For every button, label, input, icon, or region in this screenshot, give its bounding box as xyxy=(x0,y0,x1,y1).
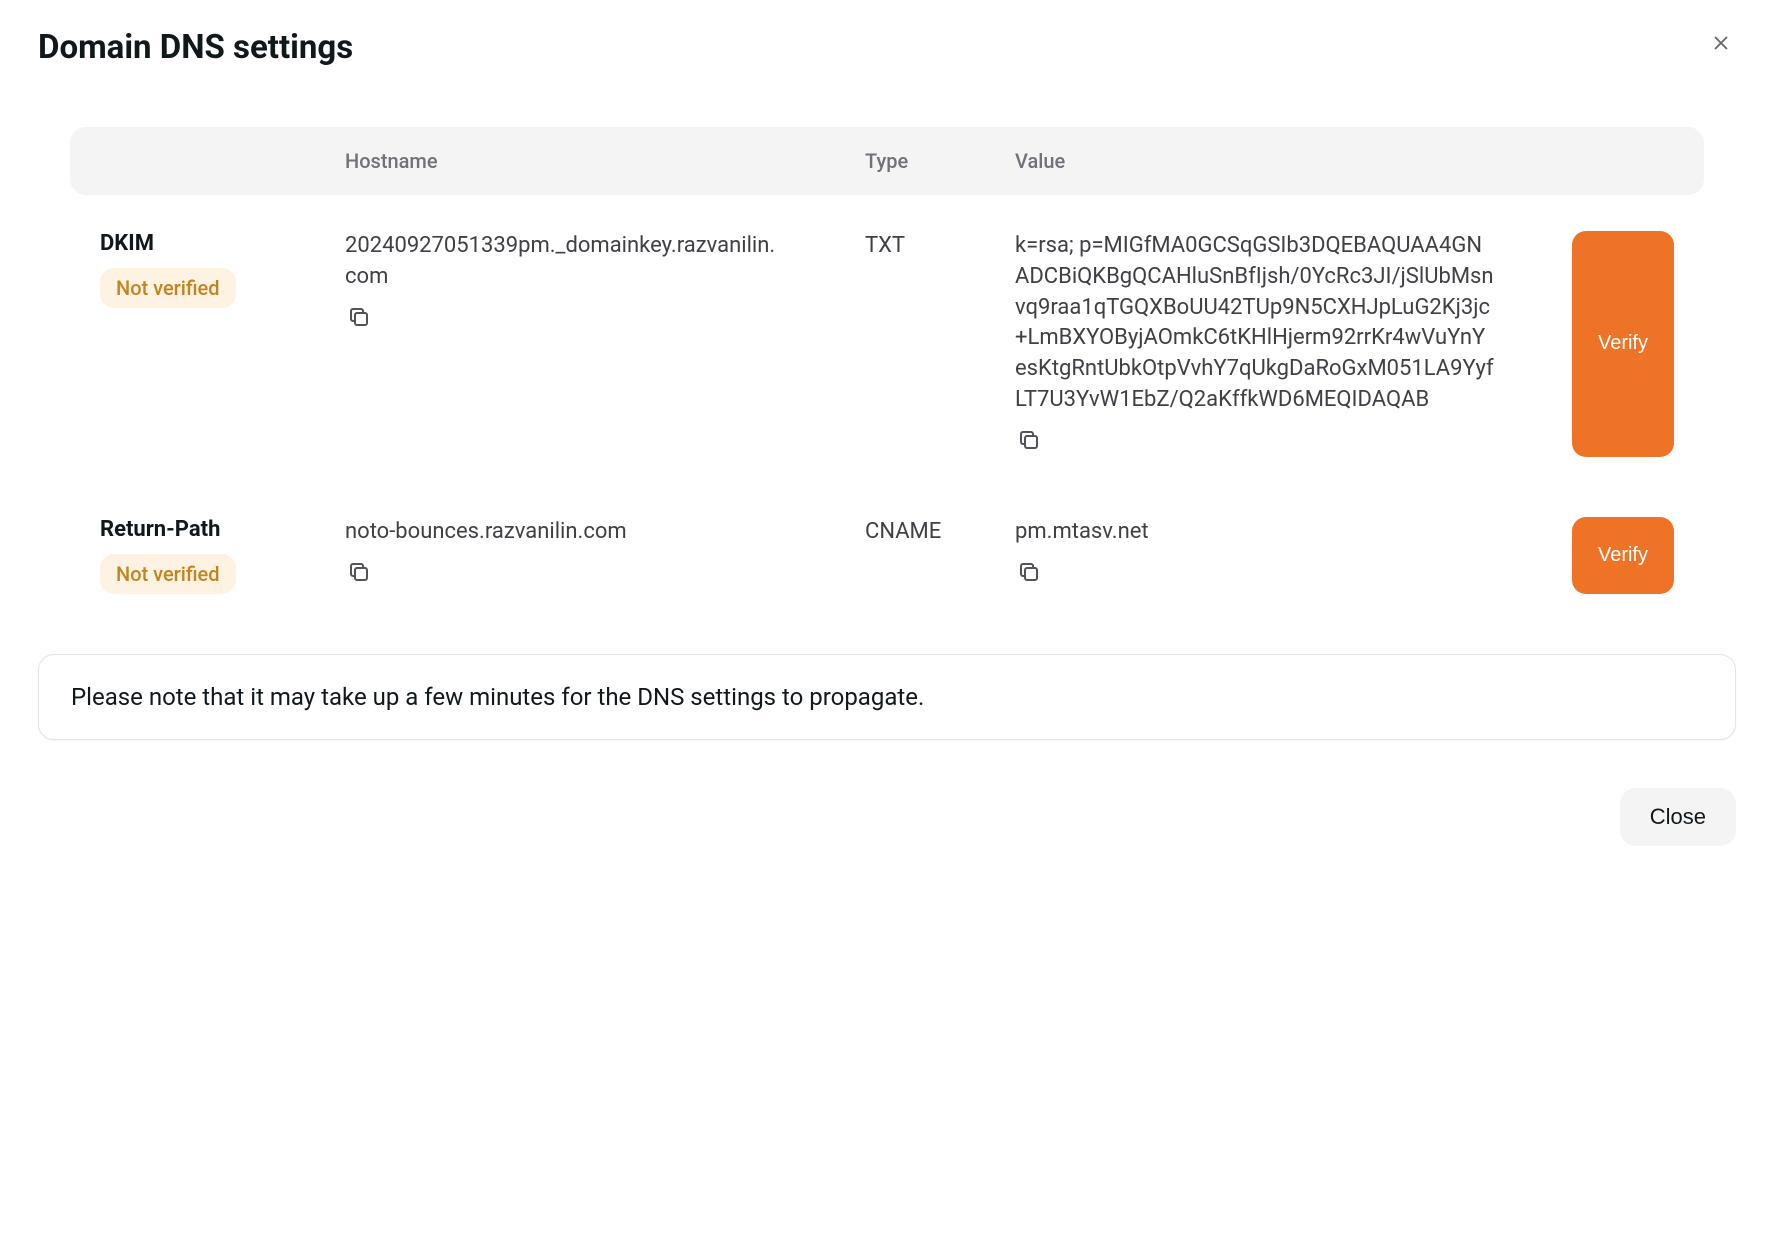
copy-icon xyxy=(347,560,371,584)
propagation-note: Please note that it may take up a few mi… xyxy=(38,654,1736,740)
dns-record-row: DKIM Not verified 20240927051339pm._doma… xyxy=(70,231,1704,457)
status-badge: Not verified xyxy=(100,554,236,594)
status-badge: Not verified xyxy=(100,268,236,308)
hostname-value: 20240927051339pm._domainkey.razvanilin.c… xyxy=(345,231,865,293)
type-value: TXT xyxy=(865,231,1015,262)
copy-icon xyxy=(347,305,371,329)
table-header-row: Hostname Type Value xyxy=(70,127,1704,195)
copy-value-button[interactable] xyxy=(1015,426,1043,457)
record-value: k=rsa; p=MIGfMA0GCSqGSIb3DQEBAQUAA4GNADC… xyxy=(1015,231,1534,416)
copy-icon xyxy=(1017,428,1041,452)
copy-icon xyxy=(1017,560,1041,584)
copy-hostname-button[interactable] xyxy=(345,558,373,589)
verify-button[interactable]: Verify xyxy=(1572,517,1674,594)
dns-record-row: Return-Path Not verified noto-bounces.ra… xyxy=(70,517,1704,594)
column-header-hostname: Hostname xyxy=(345,149,865,173)
hostname-value: noto-bounces.razvanilin.com xyxy=(345,517,865,548)
note-text: Please note that it may take up a few mi… xyxy=(71,683,1703,711)
column-header-value: Value xyxy=(1015,149,1534,173)
close-icon xyxy=(1710,32,1732,54)
record-value: pm.mtasv.net xyxy=(1015,517,1534,548)
close-button[interactable]: Close xyxy=(1620,788,1736,846)
close-icon-button[interactable] xyxy=(1706,28,1736,61)
copy-hostname-button[interactable] xyxy=(345,303,373,334)
type-value: CNAME xyxy=(865,517,1015,548)
dns-records-table: Hostname Type Value DKIM Not verified 20… xyxy=(70,127,1704,594)
column-header-type: Type xyxy=(865,149,1015,173)
record-label-return-path: Return-Path xyxy=(100,517,345,542)
record-label-dkim: DKIM xyxy=(100,231,345,256)
modal-title: Domain DNS settings xyxy=(38,28,353,67)
verify-button[interactable]: Verify xyxy=(1572,231,1674,457)
copy-value-button[interactable] xyxy=(1015,558,1043,589)
